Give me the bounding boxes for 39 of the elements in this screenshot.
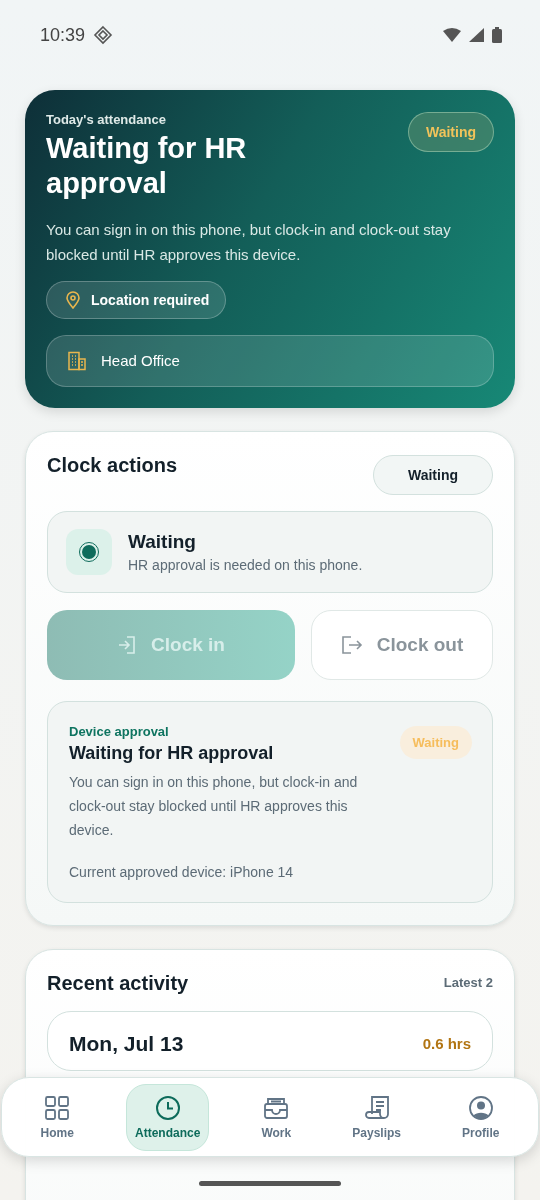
nav-tab[interactable]: Profile xyxy=(453,1083,509,1151)
sign-out-icon xyxy=(340,634,363,655)
status-subtitle: HR approval is needed on this phone. xyxy=(128,556,363,573)
status-title: Waiting xyxy=(128,530,197,553)
wifi-icon xyxy=(443,28,461,42)
section-title: Clock actions xyxy=(47,453,178,477)
site-selector[interactable]: Head Office xyxy=(46,334,494,387)
grid-icon xyxy=(44,1094,71,1121)
entry-hours: 0.6 hrs xyxy=(422,1035,471,1053)
receipt-icon xyxy=(363,1094,390,1121)
card-title: Waiting for HR approval xyxy=(46,131,248,201)
clock-icon xyxy=(154,1094,181,1121)
status-badge: Waiting xyxy=(407,112,494,152)
site-name: Head Office xyxy=(101,352,180,370)
panel-title: Waiting for HR approval xyxy=(69,742,275,764)
card-description: You can sign in on this phone, but clock-in and clock-out stay blocked until HR approves this device. xyxy=(46,219,452,265)
nav-tab[interactable]: Attendance xyxy=(126,1083,210,1151)
nav-tab[interactable]: Payslips xyxy=(343,1083,410,1151)
panel-description: You can sign in on this phone, but clock-in and clock-out stay blocked until HR approves this device. xyxy=(69,772,359,840)
nav-tab[interactable]: Work xyxy=(252,1083,301,1151)
notification-icon xyxy=(93,25,114,45)
current-device: Current approved device: iPhone 14 xyxy=(69,863,295,880)
status-time: 10:39 xyxy=(40,24,86,46)
card-eyebrow: Today's attendance xyxy=(46,112,167,127)
battery-icon xyxy=(492,27,502,43)
nav-tab[interactable]: Home xyxy=(31,1083,83,1151)
status-badge: Waiting xyxy=(399,725,472,759)
chip-label: Location required xyxy=(91,291,210,308)
entry-date: Mon, Jul 13 xyxy=(69,1031,184,1056)
profile-icon xyxy=(467,1094,494,1121)
location-pin-icon xyxy=(65,290,81,309)
section-title: Recent activity xyxy=(47,971,189,995)
status-badge: Waiting xyxy=(372,454,493,495)
panel-eyebrow: Device approval xyxy=(69,723,170,739)
sign-in-icon xyxy=(117,634,138,655)
entry-count: Latest 2 xyxy=(443,974,493,990)
building-icon xyxy=(67,350,87,371)
activity-entry[interactable]: Mon, Jul 13 0.6 hrs xyxy=(47,1010,493,1071)
signal-icon xyxy=(469,28,484,42)
